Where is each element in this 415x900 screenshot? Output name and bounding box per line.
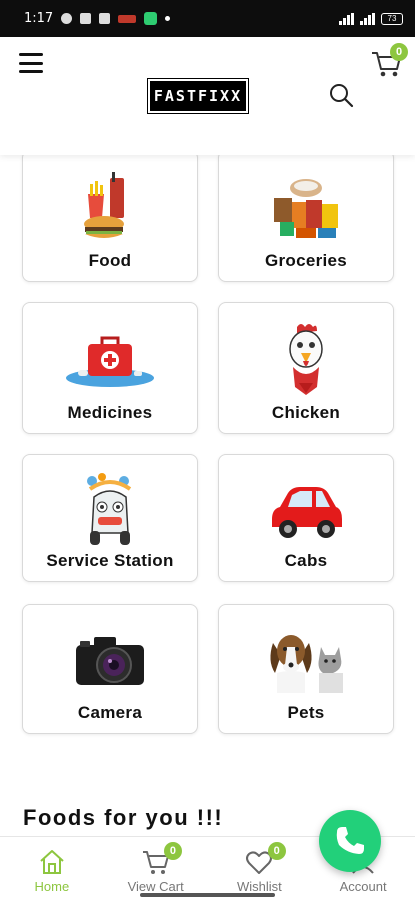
status-bar: 1:17 73 — [0, 0, 415, 37]
category-tile-groceries[interactable]: Groceries — [218, 150, 394, 282]
category-tile-camera[interactable]: Camera — [22, 604, 198, 734]
snapchat-icon — [61, 13, 73, 24]
signal-icon-2 — [360, 12, 375, 25]
nav-wishlist-label: Wishlist — [236, 879, 282, 894]
wishlist-count-badge: 0 — [267, 842, 286, 860]
cart-count-badge: 0 — [390, 43, 408, 61]
category-label: Medicines — [67, 403, 153, 422]
app-logo: FASTFIXX — [147, 78, 249, 114]
status-time: 1:17 — [24, 11, 54, 26]
camera-icon — [76, 637, 144, 685]
nav-view-cart-label: View Cart — [127, 879, 184, 894]
signal-icon — [339, 12, 354, 25]
pets-icon — [270, 635, 343, 693]
app-icon-green — [144, 12, 158, 25]
food-icon — [84, 172, 124, 238]
groceries-icon — [274, 179, 338, 238]
nav-wishlist[interactable]: 0 Wishlist — [208, 837, 312, 900]
category-label: Service Station — [46, 551, 174, 570]
call-button[interactable] — [319, 810, 381, 872]
category-label: Cabs — [284, 551, 328, 570]
view-cart-count-badge: 0 — [163, 842, 182, 860]
home-icon — [40, 850, 64, 874]
category-tile-pets[interactable]: Pets — [218, 604, 394, 734]
category-tile-service-station[interactable]: Service Station — [22, 454, 198, 582]
category-tile-cabs[interactable]: Cabs — [218, 454, 394, 582]
category-label: Food — [88, 251, 132, 270]
notification-icon — [80, 13, 92, 24]
category-label: Chicken — [271, 403, 341, 422]
search-icon[interactable] — [328, 82, 354, 108]
medicines-icon — [66, 336, 154, 387]
cart-button[interactable]: 0 — [370, 43, 408, 81]
app-icon — [118, 14, 137, 23]
category-label: Groceries — [264, 251, 348, 270]
nav-account-label: Account — [339, 879, 387, 894]
more-notifications-icon — [165, 16, 171, 21]
message-icon — [99, 13, 111, 24]
phone-icon — [336, 827, 364, 854]
category-tile-medicines[interactable]: Medicines — [22, 302, 198, 434]
chicken-icon — [289, 324, 323, 395]
category-label: Camera — [77, 703, 143, 722]
section-title: Foods for you !!! — [23, 805, 224, 830]
nav-home-label: Home — [34, 879, 70, 894]
menu-icon[interactable] — [19, 53, 43, 73]
app-header: FASTFIXX 0 — [0, 37, 415, 155]
car-icon — [272, 487, 342, 538]
service-station-icon — [87, 473, 132, 545]
nav-view-cart[interactable]: 0 View Cart — [104, 837, 208, 900]
category-tile-chicken[interactable]: Chicken — [218, 302, 394, 434]
battery-icon: 73 — [381, 12, 403, 25]
home-indicator — [140, 893, 275, 897]
category-tile-food[interactable]: Food — [22, 150, 198, 282]
category-label: Pets — [287, 703, 325, 722]
nav-home[interactable]: Home — [0, 837, 104, 900]
